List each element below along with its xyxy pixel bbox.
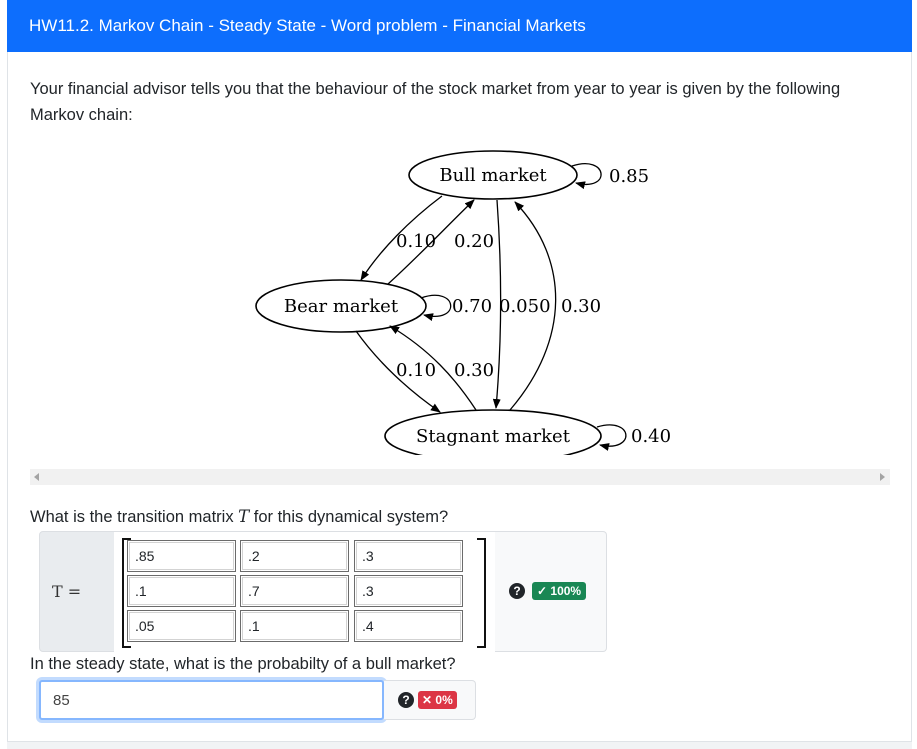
label-bear-to-stag: 0.10 bbox=[396, 360, 436, 381]
question-1-prefix: What is the transition matrix bbox=[30, 508, 239, 526]
node-bear-label: Bear market bbox=[284, 296, 399, 317]
node-stagnant-label: Stagnant market bbox=[416, 426, 571, 447]
matrix-cell-2-2[interactable]: .4 bbox=[354, 610, 463, 642]
question-1-suffix: for this dynamical system? bbox=[249, 508, 449, 526]
question-1-text: What is the transition matrix T for this… bbox=[30, 507, 448, 527]
markov-chain-diagram: Bull market Bear market Stagnant market … bbox=[30, 140, 890, 463]
bull-probability-input[interactable]: 85 bbox=[39, 680, 384, 720]
question-1-var: T bbox=[238, 507, 250, 526]
matrix-cell-1-1[interactable]: .7 bbox=[240, 575, 349, 607]
matrix-cell-0-1[interactable]: .2 bbox=[240, 540, 349, 572]
horizontal-scrollbar[interactable] bbox=[30, 469, 890, 485]
matrix-cell-1-2[interactable]: .3 bbox=[354, 575, 463, 607]
scroll-right-icon[interactable] bbox=[880, 473, 885, 481]
answer-feedback: ? ✕ 0% bbox=[384, 680, 476, 720]
scroll-left-icon[interactable] bbox=[34, 473, 39, 481]
matrix-grid: .85 .2 .3 .1 .7 .3 .05 .1 .4 bbox=[114, 532, 496, 653]
right-bracket bbox=[477, 538, 486, 648]
matrix-input-group: T = .85 .2 .3 .1 .7 .3 .05 .1 .4 bbox=[39, 531, 496, 653]
question-circle-icon[interactable]: ? bbox=[398, 692, 414, 708]
matrix-cell-2-1[interactable]: .1 bbox=[240, 610, 349, 642]
matrix-cell-1-0[interactable]: .1 bbox=[127, 575, 236, 607]
matrix-label: T = bbox=[52, 582, 82, 601]
matrix-feedback: ? ✓ 100% bbox=[495, 531, 607, 652]
label-bull-to-stag: 0.050 bbox=[499, 296, 551, 317]
node-bull-label: Bull market bbox=[439, 165, 547, 186]
matrix-cell-0-2[interactable]: .3 bbox=[354, 540, 463, 572]
markov-chain-svg: Bull market Bear market Stagnant market … bbox=[255, 150, 671, 463]
score-badge-correct: ✓ 100% bbox=[532, 582, 587, 600]
label-stag-to-bear: 0.30 bbox=[454, 360, 494, 381]
label-stag-to-bull: 0.30 bbox=[561, 296, 601, 317]
label-bull-to-bear: 0.10 bbox=[396, 231, 436, 252]
score-badge-incorrect: ✕ 0% bbox=[418, 691, 457, 709]
question-2-text: In the steady state, what is the probabi… bbox=[30, 655, 456, 673]
label-stag-self: 0.40 bbox=[631, 426, 671, 447]
matrix-cell-2-0[interactable]: .05 bbox=[127, 610, 236, 642]
question-circle-icon[interactable]: ? bbox=[509, 583, 525, 599]
label-bear-self: 0.70 bbox=[452, 296, 492, 317]
label-bear-to-bull: 0.20 bbox=[454, 231, 494, 252]
intro-text: Your financial advisor tells you that th… bbox=[30, 80, 841, 124]
question-header: HW11.2. Markov Chain - Steady State - Wo… bbox=[7, 0, 912, 52]
matrix-cell-0-0[interactable]: .85 bbox=[127, 540, 236, 572]
question-title: HW11.2. Markov Chain - Steady State - Wo… bbox=[29, 16, 586, 35]
label-bull-self: 0.85 bbox=[609, 166, 649, 187]
